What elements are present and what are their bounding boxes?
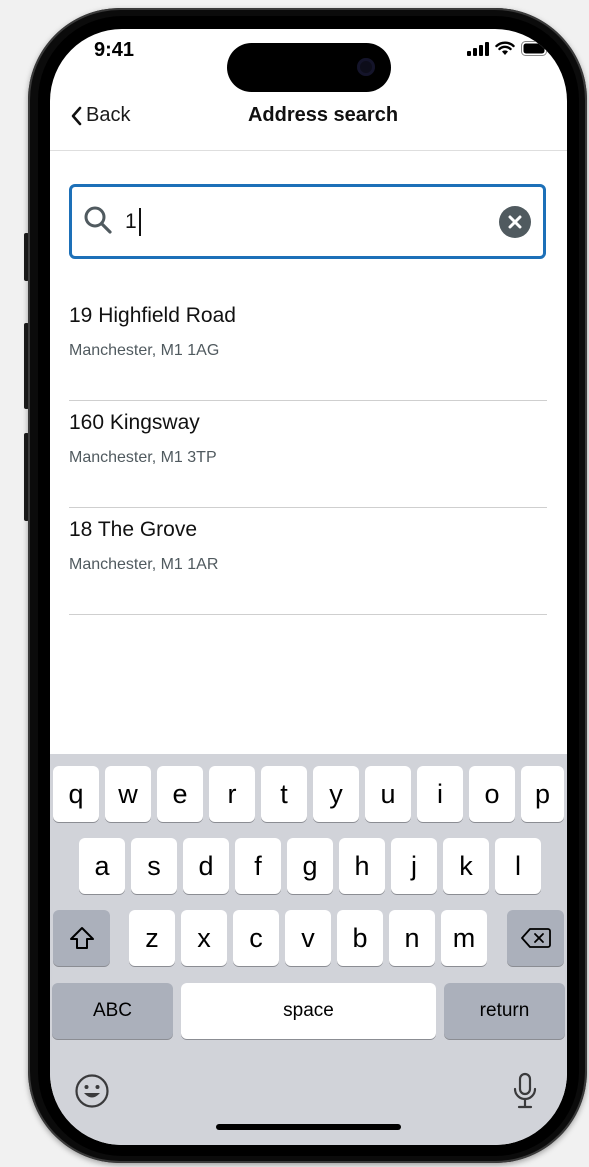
address-search-field[interactable] <box>69 184 546 259</box>
emoji-icon[interactable] <box>74 1073 110 1109</box>
key-h[interactable]: h <box>339 838 385 894</box>
result-item[interactable]: 19 Highfield Road Manchester, M1 1AG <box>69 294 547 401</box>
search-input[interactable] <box>125 204 485 240</box>
result-address: 18 The Grove <box>69 518 198 541</box>
result-item[interactable]: 18 The Grove Manchester, M1 1AR <box>69 508 547 615</box>
key-a[interactable]: a <box>79 838 125 894</box>
key-q[interactable]: q <box>53 766 99 822</box>
search-icon <box>84 206 112 234</box>
key-u[interactable]: u <box>365 766 411 822</box>
screen: 9:41 Back Address search 1 19 Highfield … <box>50 29 567 1145</box>
key-g[interactable]: g <box>287 838 333 894</box>
key-b[interactable]: b <box>337 910 383 966</box>
status-icons <box>467 41 551 56</box>
camera-lens <box>357 58 375 76</box>
key-o[interactable]: o <box>469 766 515 822</box>
result-address: 160 Kingsway <box>69 411 200 434</box>
key-e[interactable]: e <box>157 766 203 822</box>
page-title: Address search <box>247 104 399 126</box>
keyboard: q w e r t y u i o p a s d f g h j k l z … <box>50 754 567 1145</box>
key-n[interactable]: n <box>389 910 435 966</box>
key-j[interactable]: j <box>391 838 437 894</box>
wifi-icon <box>495 41 515 55</box>
key-d[interactable]: d <box>183 838 229 894</box>
delete-key[interactable] <box>507 910 564 966</box>
battery-icon <box>521 41 550 56</box>
shift-key[interactable] <box>53 910 110 966</box>
key-p[interactable]: p <box>521 766 564 822</box>
key-m[interactable]: m <box>441 910 487 966</box>
signal-icon <box>467 42 489 56</box>
key-l[interactable]: l <box>495 838 541 894</box>
page-title-wrap: Address search <box>50 104 567 127</box>
microphone-icon[interactable] <box>512 1072 538 1112</box>
key-t[interactable]: t <box>261 766 307 822</box>
stage: 9:41 Back Address search 1 19 Highfield … <box>0 0 589 1167</box>
clear-search-button[interactable] <box>499 206 531 238</box>
key-r[interactable]: r <box>209 766 255 822</box>
key-c[interactable]: c <box>233 910 279 966</box>
abc-key[interactable]: ABC <box>52 983 173 1039</box>
return-key[interactable]: return <box>444 983 565 1039</box>
status-time: 9:41 <box>94 39 135 61</box>
result-town-postcode: Manchester, M1 1AR <box>69 556 219 573</box>
home-indicator <box>216 1124 401 1130</box>
key-x[interactable]: x <box>181 910 227 966</box>
key-w[interactable]: w <box>105 766 151 822</box>
clear-icon <box>508 215 522 229</box>
navigation-bar: Back Address search <box>50 93 567 151</box>
key-y[interactable]: y <box>313 766 359 822</box>
key-z[interactable]: z <box>129 910 175 966</box>
space-key[interactable]: space <box>181 983 436 1039</box>
key-k[interactable]: k <box>443 838 489 894</box>
result-town-postcode: Manchester, M1 3TP <box>69 449 217 466</box>
dynamic-island <box>227 43 391 92</box>
result-address: 19 Highfield Road <box>69 304 236 327</box>
key-s[interactable]: s <box>131 838 177 894</box>
key-v[interactable]: v <box>285 910 331 966</box>
text-caret <box>139 208 141 236</box>
result-town-postcode: Manchester, M1 1AG <box>69 342 220 359</box>
key-i[interactable]: i <box>417 766 463 822</box>
result-item[interactable]: 160 Kingsway Manchester, M1 3TP <box>69 401 547 508</box>
delete-icon <box>520 928 551 948</box>
results-list: 19 Highfield Road Manchester, M1 1AG 160… <box>69 294 547 615</box>
shift-icon <box>69 927 94 949</box>
key-f[interactable]: f <box>235 838 281 894</box>
